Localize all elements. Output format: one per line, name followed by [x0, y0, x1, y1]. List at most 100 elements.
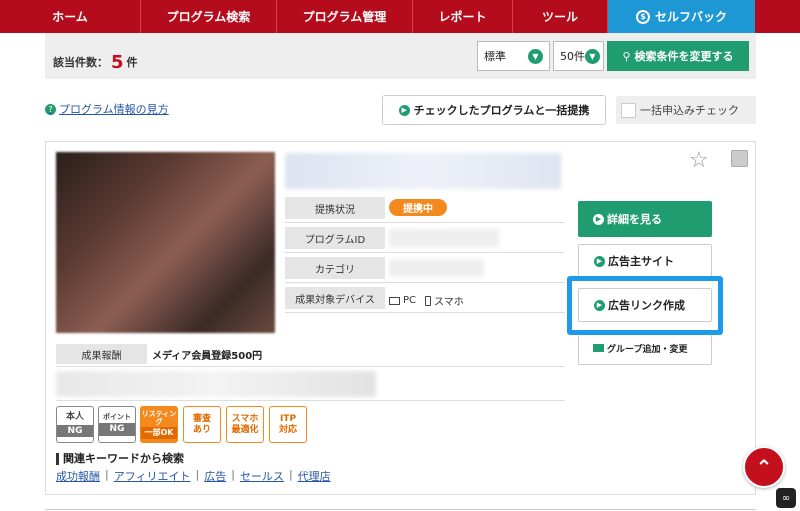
- change-search-button[interactable]: ⚲ 検索条件を変更する: [607, 41, 749, 71]
- nav-selfback-label: セルフバック: [654, 10, 727, 24]
- nav-home[interactable]: ホーム: [0, 0, 141, 33]
- program-info-help-link[interactable]: ? プログラム情報の見方: [45, 101, 169, 117]
- status-badge: 提携中: [389, 199, 447, 216]
- group-add-button[interactable]: グループ追加・変更: [578, 331, 712, 365]
- category-blurred: [389, 259, 484, 277]
- tag-bottom: NG: [57, 424, 93, 437]
- sort-select-value: 標準: [484, 50, 506, 63]
- page: ホーム プログラム検索 プログラム管理 レポート ツール $ セルフバック 該当…: [0, 0, 800, 511]
- bulk-partnership-label: チェックしたプログラムと一括提携: [413, 104, 590, 117]
- keyword-link[interactable]: 広告: [204, 468, 226, 484]
- divider: [285, 252, 565, 253]
- advertiser-site-label: 広告主サイト: [608, 255, 674, 268]
- bulk-apply-check[interactable]: 一括申込みチェック: [616, 96, 756, 124]
- result-count-label: 該当件数：: [53, 56, 108, 69]
- category-label: カテゴリ: [285, 257, 385, 279]
- nav-report[interactable]: レポート: [413, 0, 513, 33]
- tag-top: ポイント: [103, 413, 131, 422]
- group-add-label: グループ追加・変更: [607, 344, 688, 355]
- sort-select[interactable]: 標準 ▼: [477, 41, 550, 71]
- divider: [56, 400, 565, 401]
- focus-highlight: [567, 276, 723, 335]
- chevron-up-icon: ⌃: [755, 455, 773, 479]
- smartphone-icon: [425, 295, 432, 306]
- main-nav: ホーム プログラム検索 プログラム管理 レポート ツール $ セルフバック: [0, 0, 800, 33]
- tag-top: スマホ: [231, 414, 259, 425]
- divider: [285, 312, 565, 313]
- tag-bottom: あり: [192, 424, 211, 435]
- tag-smartphone-optimized: スマホ 最適化: [226, 406, 264, 443]
- program-select-checkbox[interactable]: [731, 150, 748, 167]
- keyword-link[interactable]: 成功報酬: [56, 468, 100, 484]
- details-button[interactable]: ▶ 詳細を見る: [578, 201, 712, 237]
- advertiser-site-button[interactable]: ▶ 広告主サイト: [578, 244, 712, 278]
- divider: [56, 366, 565, 367]
- result-count-number: 5: [111, 52, 124, 73]
- related-keywords: 成功報酬 | アフィリエイト | 広告 | セールス | 代理店: [56, 468, 331, 484]
- pc-icon: [389, 296, 400, 305]
- details-label: 詳細を見る: [607, 213, 662, 226]
- program-id-blurred: [389, 229, 499, 247]
- tag-bottom: 最適化: [231, 424, 259, 435]
- tag-review: 審査 あり: [183, 406, 221, 443]
- tag-bottom: NG: [99, 423, 135, 436]
- keyword-separator: |: [231, 468, 235, 481]
- bulk-apply-label: 一括申込みチェック: [640, 104, 739, 117]
- divider: [45, 509, 756, 510]
- tag-bottom: 一部OK: [141, 427, 177, 439]
- nav-program-management[interactable]: プログラム管理: [277, 0, 413, 33]
- result-count-bar: 該当件数： 5 件 標準 ▼ 50件 ▼ ⚲ 検索条件を変更する: [45, 33, 756, 79]
- star-icon[interactable]: ☆: [689, 150, 709, 172]
- status-label: 提携状況: [285, 197, 385, 219]
- result-count-unit: 件: [126, 56, 138, 69]
- per-page-select[interactable]: 50件 ▼: [553, 41, 604, 71]
- arrow-right-icon: ▶: [593, 213, 604, 225]
- selfback-coin-icon: $: [635, 9, 650, 24]
- change-search-label: 検索条件を変更する: [634, 50, 734, 63]
- program-title-blurred[interactable]: [285, 153, 561, 189]
- keyword-separator: |: [195, 468, 200, 481]
- chevron-down-icon: ▼: [528, 49, 543, 64]
- device-label: 成果対象デバイス: [285, 287, 385, 309]
- question-icon: ?: [45, 103, 56, 115]
- device-values: PC スマホ: [389, 293, 464, 308]
- divider: [285, 282, 565, 283]
- tag-top: 審査: [192, 414, 211, 425]
- reward-value: メディア会員登録500円: [152, 351, 263, 362]
- divider: [285, 222, 565, 223]
- keyword-link[interactable]: アフィリエイト: [114, 468, 191, 484]
- tag-bottom: 対応: [278, 424, 297, 435]
- tag-itp: ITP 対応: [269, 406, 307, 443]
- program-thumbnail[interactable]: [56, 152, 275, 333]
- scroll-to-top-button[interactable]: ⌃: [743, 446, 785, 488]
- keyword-link[interactable]: 代理店: [298, 468, 331, 484]
- bulk-partnership-button[interactable]: ▶ チェックしたプログラムと一括提携: [382, 95, 606, 125]
- search-icon: ⚲: [622, 49, 631, 63]
- arrow-right-icon: ▶: [594, 255, 605, 267]
- folder-icon: [593, 344, 604, 352]
- program-id-label: プログラムID: [285, 227, 385, 249]
- nav-tool[interactable]: ツール: [513, 0, 608, 33]
- result-count: 該当件数： 5 件: [53, 50, 138, 73]
- tag-listing: リスティング 一部OK: [140, 406, 178, 443]
- tag-point: ポイント NG: [98, 406, 136, 443]
- nav-selfback[interactable]: $ セルフバック: [608, 0, 755, 33]
- keyword-separator: |: [105, 468, 109, 481]
- program-info-help-label: プログラム情報の見方: [59, 103, 169, 116]
- reward-label: 成果報酬: [56, 344, 147, 364]
- device-pc: PC: [403, 295, 417, 306]
- program-description-blurred: [56, 371, 376, 397]
- keyword-separator: |: [288, 468, 293, 481]
- device-smartphone: スマホ: [434, 297, 464, 308]
- related-keywords-title: 関連キーワードから検索: [56, 453, 184, 465]
- link-icon[interactable]: ∞: [776, 488, 796, 508]
- bulk-apply-checkbox[interactable]: [621, 102, 636, 118]
- tag-self-purchase: 本人 NG: [56, 406, 94, 443]
- arrow-right-icon: ▶: [398, 104, 410, 116]
- nav-program-search[interactable]: プログラム検索: [141, 0, 277, 33]
- tag-top: リスティング: [141, 410, 177, 427]
- tag-top: 本人: [65, 412, 84, 423]
- keyword-link[interactable]: セールス: [240, 468, 284, 484]
- tag-top: ITP: [279, 414, 297, 425]
- per-page-select-value: 50件: [560, 50, 585, 63]
